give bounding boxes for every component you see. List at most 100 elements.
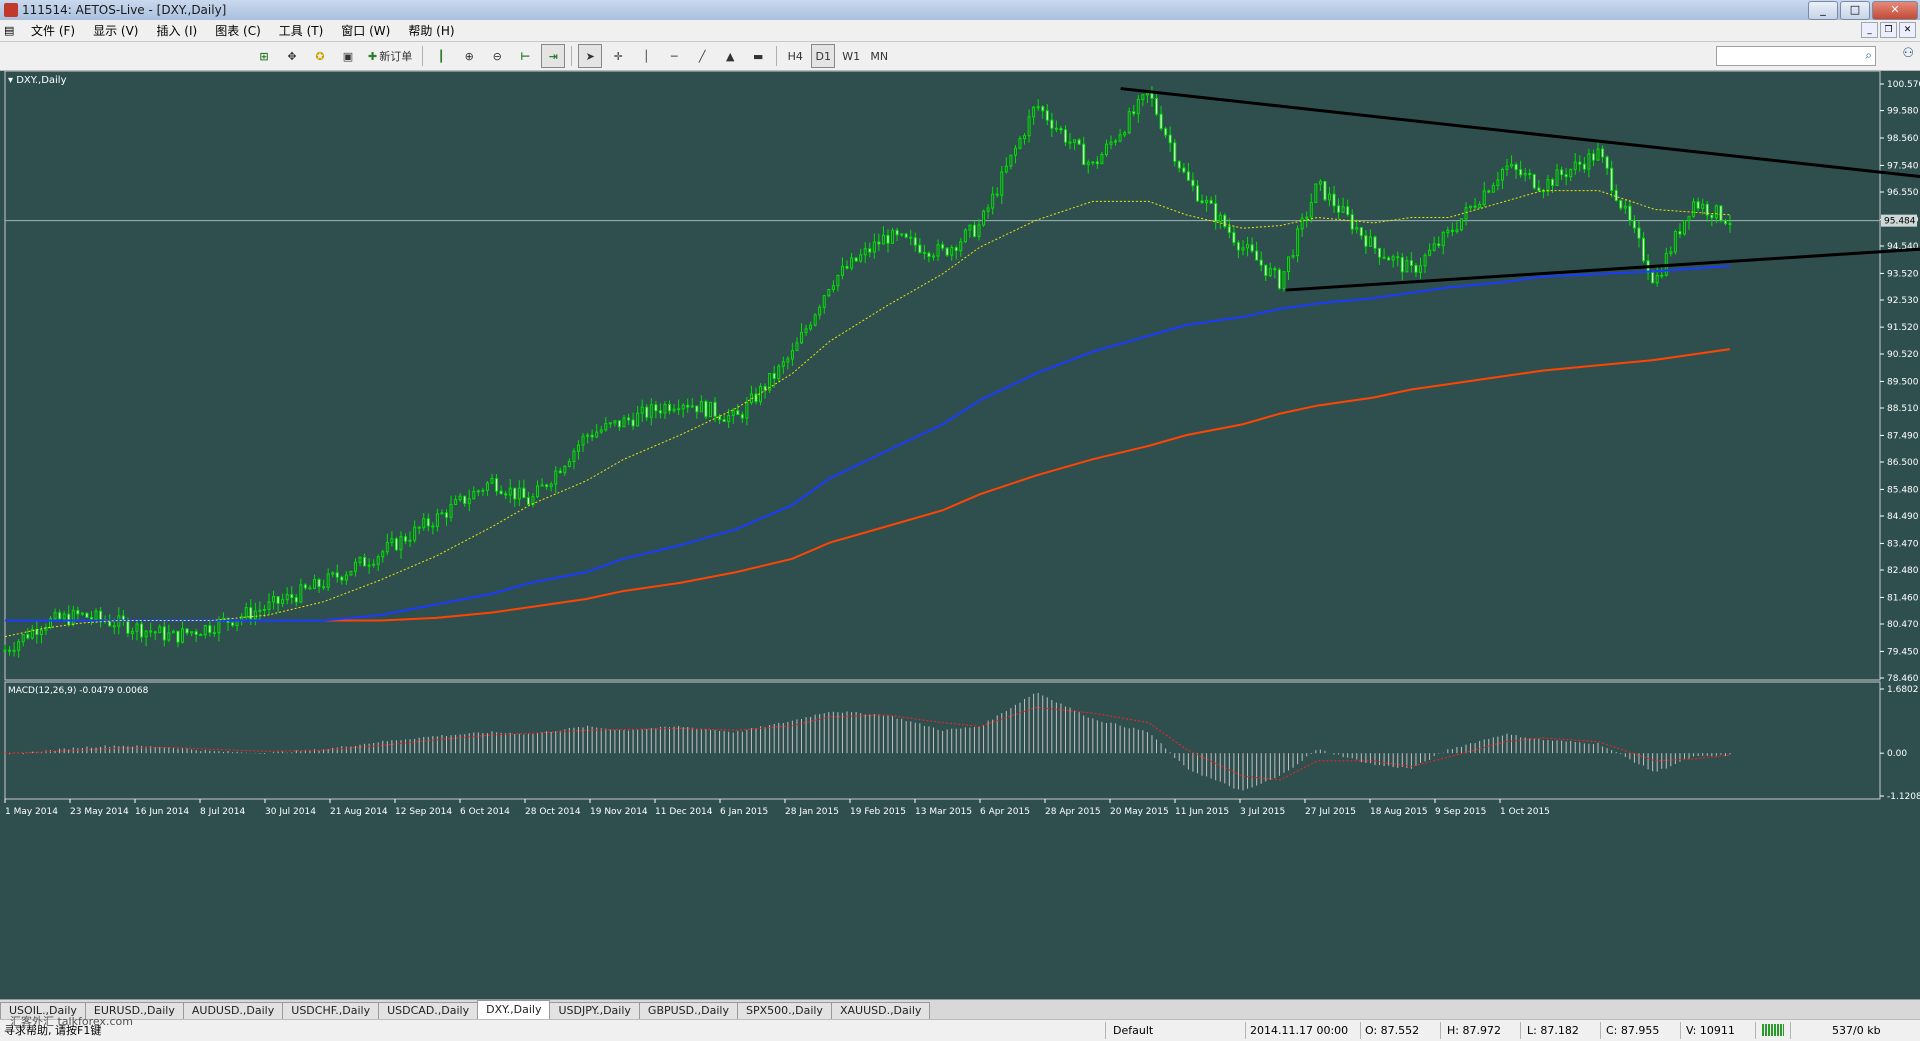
menu-window[interactable]: 窗口 (W) (332, 22, 399, 39)
timeframe-mn[interactable]: MN (867, 44, 891, 68)
candle-body (649, 404, 653, 418)
candle-body (740, 414, 744, 419)
chart-tab[interactable]: XAUUSD.,Daily (830, 1002, 931, 1019)
candle-body (303, 584, 307, 589)
candle-body (1637, 227, 1641, 239)
candle-body (1227, 226, 1231, 234)
candle-body (3, 649, 7, 652)
indicators-icon[interactable]: ⊞ (252, 44, 276, 68)
main-chart-frame (4, 71, 1881, 681)
zoom-in-icon[interactable]: ⊕ (457, 44, 481, 68)
candle-body (622, 417, 626, 428)
status-open: O: 87.552 (1365, 1024, 1420, 1037)
candle-body (704, 400, 708, 418)
candle-body (1560, 169, 1564, 176)
candle-body (604, 423, 608, 431)
macd-tick-label: 0.00 (1887, 749, 1907, 759)
candle-body (276, 596, 280, 604)
candle-body (1487, 190, 1491, 193)
maximize-button[interactable]: □ (1840, 1, 1870, 20)
status-separator (1360, 1022, 1361, 1039)
cursor-icon[interactable]: ➤ (578, 44, 603, 68)
candle-body (1091, 161, 1095, 164)
chart-shift-icon[interactable]: ⊢ (513, 44, 537, 68)
candle-body (1710, 214, 1714, 219)
menu-tools[interactable]: 工具 (T) (270, 22, 333, 39)
mdi-minimize-button[interactable]: _ (1861, 22, 1878, 38)
candle-body (681, 404, 685, 410)
candle-body (1241, 247, 1245, 251)
x-tick-label: 6 Jan 2015 (720, 807, 768, 817)
candle-body (508, 487, 512, 496)
vertical-line-icon[interactable]: │ (634, 44, 658, 68)
candle-body (199, 634, 203, 637)
horizontal-line-icon[interactable]: ─ (662, 44, 686, 68)
minimize-button[interactable]: _ (1808, 1, 1838, 20)
y-tick-label: 91.520 (1887, 323, 1919, 333)
user-account-icon[interactable]: ⚇ (1902, 46, 1914, 61)
candle-body (809, 324, 813, 330)
autoscroll-icon[interactable]: ⇥ (541, 44, 566, 68)
chart-tab[interactable]: USDCHF.,Daily (282, 1002, 380, 1019)
timeframe-h4[interactable]: H4 (783, 44, 807, 68)
chart-tab[interactable]: AUDUSD.,Daily (182, 1002, 284, 1019)
candle-body (982, 210, 986, 226)
search-icon[interactable]: ⌕ (1865, 48, 1872, 63)
candle-body (1651, 271, 1655, 284)
menu-view[interactable]: 显示 (V) (84, 22, 147, 39)
candle-body (431, 525, 435, 528)
candle-body (444, 512, 448, 518)
menu-help[interactable]: 帮助 (H) (399, 22, 463, 39)
x-tick-label: 16 Jun 2014 (135, 807, 189, 817)
price-chart[interactable]: ▾ DXY.,Daily 100.570 99.580 98.560 97.540 96.… (0, 71, 1920, 999)
channel-icon[interactable]: ▲ (718, 44, 742, 68)
crosshair-move-icon[interactable]: ✥ (280, 44, 304, 68)
candle-body (1396, 256, 1400, 259)
y-tick-label: 98.560 (1887, 134, 1919, 144)
close-button[interactable]: ✕ (1872, 1, 1918, 20)
trendline-icon[interactable]: ╱ (690, 44, 714, 68)
candle-body (745, 402, 749, 419)
candle-body (99, 610, 103, 621)
candle-body (1136, 99, 1140, 115)
chart-tab[interactable]: USDCAD.,Daily (378, 1002, 479, 1019)
mdi-restore-button[interactable]: ❐ (1880, 22, 1897, 38)
candle-body (1382, 256, 1386, 259)
navigator-icon[interactable]: ▣ (336, 44, 360, 68)
chart-tab[interactable]: SPX500.,Daily (736, 1002, 832, 1019)
text-label-icon[interactable]: ▬ (746, 44, 770, 68)
document-icon[interactable]: ▤ (4, 24, 22, 37)
candle-body (358, 556, 362, 563)
candle-body (658, 410, 662, 414)
chart-window[interactable]: ▾ DXY.,Daily 100.570 99.580 98.560 97.540 96.… (0, 71, 1920, 999)
candle-body (317, 578, 321, 588)
timeframe-w1[interactable]: W1 (839, 44, 863, 68)
chart-tab[interactable]: USDJPY.,Daily (549, 1002, 640, 1019)
menu-file[interactable]: 文件 (F) (22, 22, 84, 39)
chart-tab[interactable]: GBPUSD.,Daily (638, 1002, 738, 1019)
menu-insert[interactable]: 插入 (I) (147, 22, 206, 39)
menu-charts[interactable]: 图表 (C) (206, 22, 270, 39)
status-separator (1520, 1022, 1521, 1039)
crosshair-icon[interactable]: ✛ (606, 44, 630, 68)
y-tick-label: 100.570 (1887, 80, 1920, 90)
search-input[interactable]: ⌕ (1716, 46, 1876, 66)
chart-tab[interactable]: DXY.,Daily (477, 1000, 551, 1019)
candle-body (1719, 205, 1723, 222)
y-tick-label: 99.580 (1887, 107, 1919, 117)
favorites-folder-icon[interactable]: ✪ (308, 44, 332, 68)
candle-body (1359, 227, 1363, 237)
candle-body (645, 406, 649, 418)
candle-body (385, 542, 389, 553)
candle-body (1723, 220, 1727, 225)
status-close: C: 87.955 (1606, 1024, 1660, 1037)
candle-body (1400, 257, 1404, 273)
candle-body (922, 251, 926, 254)
toolbar-separator (776, 46, 778, 66)
zoom-out-icon[interactable]: ⊖ (485, 44, 509, 68)
candle-body (567, 461, 571, 467)
bar-chart-icon[interactable]: ┃ (429, 44, 453, 68)
new-order-button[interactable]: ✚ 新订单 (364, 44, 416, 68)
mdi-close-button[interactable]: ✕ (1899, 22, 1916, 38)
timeframe-d1[interactable]: D1 (811, 44, 836, 68)
